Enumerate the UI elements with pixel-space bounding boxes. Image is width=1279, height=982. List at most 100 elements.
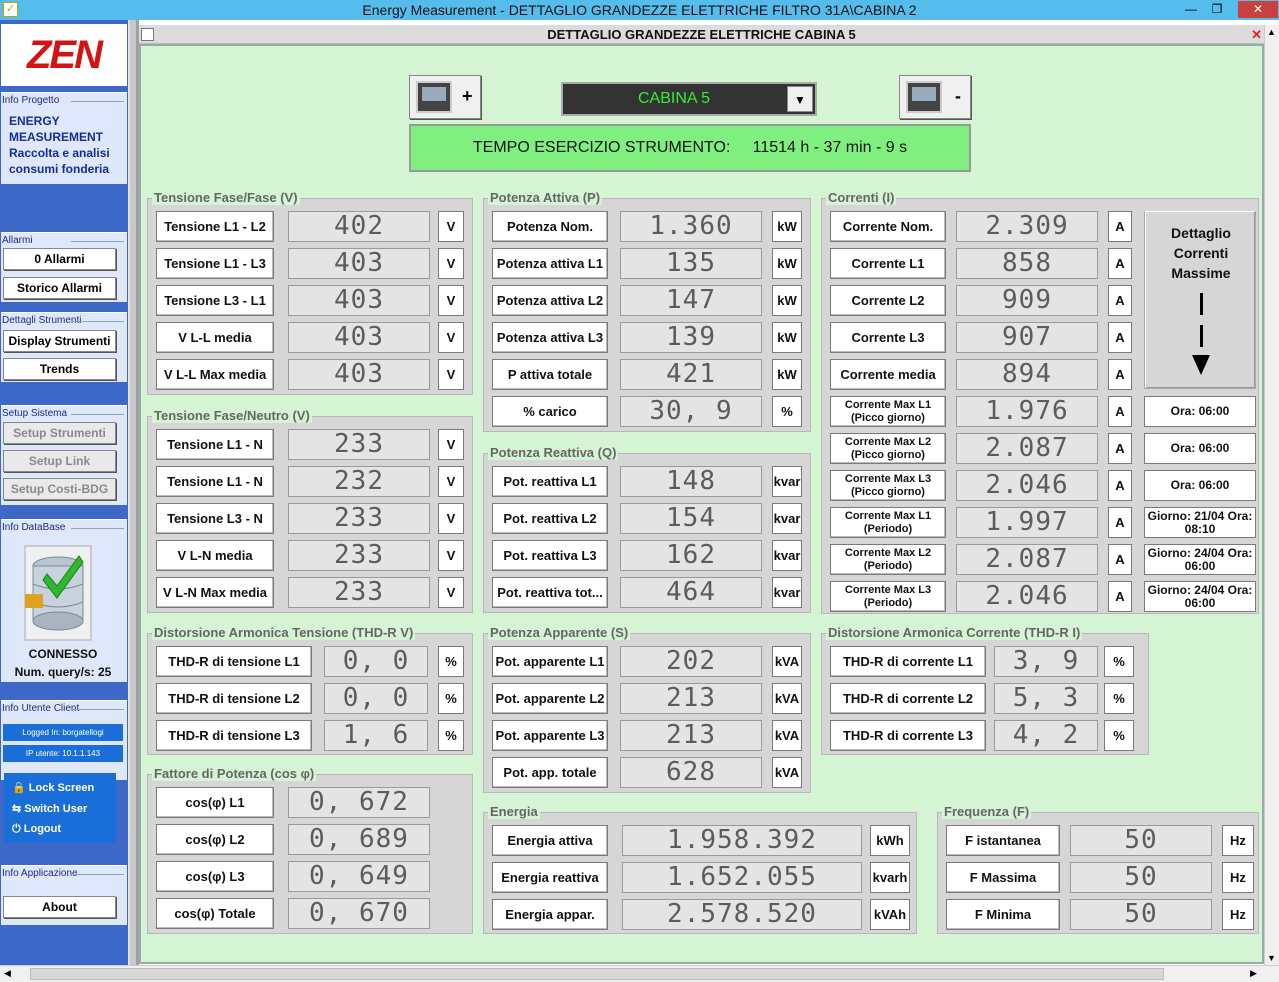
row-value: 148 [620,466,762,497]
row-value: 1.360 [620,211,762,242]
about-button[interactable]: About [3,896,116,918]
cabina-select[interactable]: CABINA 5 ▼ [561,82,817,116]
row-label: Tensione L3 - N [156,503,274,534]
group-title: Tensione Fase/Neutro (V) [152,408,312,423]
tempo-label: TEMPO ESERCIZIO STRUMENTO: [472,139,731,156]
allarmi-button[interactable]: 0 Allarmi [3,248,116,270]
arrow-down-icon [1192,293,1210,377]
row-unit: A [1108,211,1132,242]
row-label: Tensione L1 - N [156,429,274,460]
group-title: Distorsione Armonica Corrente (THD-R I) [826,625,1083,640]
row-label: Potenza attiva L3 [492,322,608,353]
group-fr: Frequenza (F) F istantanea 50 Hz F Massima 50… [937,804,1259,934]
row-label: V L-N media [156,540,274,571]
row-label: Corrente Max L3 (Picco giorno) [830,470,946,501]
row-value: 50 [1070,825,1212,856]
setup-link-button[interactable]: Setup Link [3,450,116,472]
row-value: 0, 672 [288,787,430,818]
row-label: Pot. apparente L2 [492,683,608,714]
trends-button[interactable]: Trends [3,358,116,380]
row-unit: kvar [772,503,802,534]
minimize-button[interactable]: — [1177,1,1205,18]
setup-strumenti-button[interactable]: Setup Strumenti [3,422,116,444]
row-unit: % [772,396,802,427]
close-button[interactable]: ✕ [1238,1,1278,18]
row-value: 233 [288,503,430,534]
tempo-value: 11514 h - 37 min - 9 s [752,139,908,156]
row-value: 2.087 [956,433,1098,464]
user-actions-panel: 🔒 Lock Screen ⇆ Switch User ⏻ Logout [4,773,116,843]
scroll-right-icon[interactable]: ▶ [1250,968,1257,979]
switch-user-link[interactable]: ⇆ Switch User [12,802,87,815]
row-unit: V [438,503,464,534]
row-unit: V [438,322,464,353]
row-label: Corrente media [830,359,946,390]
row-value: 907 [956,322,1098,353]
row-value: 202 [620,646,762,677]
correnti-massime-detail[interactable]: Dettaglio Correnti Massime [1144,211,1256,389]
row-unit: Hz [1222,862,1254,893]
row-unit: kW [772,359,802,390]
chevron-down-icon[interactable]: ▼ [787,86,813,112]
project-line: ENERGY [9,114,60,128]
section-dettagli-strumenti: Dettagli Strumenti Display Strumenti Tre… [1,312,127,382]
row-unit: kvarh [870,862,910,893]
row-label: THD-R di corrente L1 [830,646,986,677]
minus-icon: - [955,86,961,106]
panel-close-icon[interactable]: ✕ [1251,25,1262,44]
project-line: Raccolta e analisi [9,146,110,160]
group-title: Correnti (I) [826,190,897,205]
section-info-applicazione: Info Applicazione About [1,865,127,925]
row-max-time: Giorno: 24/04 Ora: 06:00 [1144,544,1256,575]
lock-screen-link[interactable]: 🔒 Lock Screen [12,781,94,794]
row-unit: kVAh [870,899,910,930]
panel-checkbox[interactable] [141,28,154,41]
group-title: Distorsione Armonica Tensione (THD-R V) [152,625,416,640]
vertical-scrollbar[interactable]: ▲ ▼ [1264,25,1279,965]
row-value: 233 [288,429,430,460]
scroll-left-icon[interactable]: ◀ [4,968,11,979]
maximize-button[interactable]: ❐ [1203,1,1231,18]
logout-link[interactable]: ⏻ Logout [12,823,61,836]
row-value: 2.578.520 [622,899,862,930]
row-value: 1, 6 [324,720,428,751]
setup-costi-button[interactable]: Setup Costi-BDG [3,478,116,500]
main-content: + CABINA 5 ▼ - TEMPO ESERCIZIO STRUMENTO… [139,44,1264,964]
row-unit: kW [772,322,802,353]
device-icon [416,81,452,113]
row-label: Tensione L1 - L3 [156,248,274,279]
next-device-button[interactable]: + [409,75,481,119]
row-label: Tensione L1 - L2 [156,211,274,242]
lock-label: Lock Screen [28,782,95,794]
row-label: cos(φ) L3 [156,861,274,892]
group-title: Energia [488,804,540,819]
zen-logo: ZEN [1,24,127,86]
row-value: 135 [620,248,762,279]
display-strumenti-button[interactable]: Display Strumenti [3,330,116,352]
row-label: Pot. reattiva L1 [492,466,608,497]
row-label: Corrente Max L1 (Picco giorno) [830,396,946,427]
ip-badge: IP utente: 10.1.1.143 [3,745,123,762]
section-title: Info Utente Client [1,701,127,716]
row-unit: Hz [1222,825,1254,856]
storico-allarmi-button[interactable]: Storico Allarmi [3,277,116,299]
group-cos: Fattore di Potenza (cos φ) cos(φ) L1 0, 67… [147,766,473,934]
row-unit: kVA [772,720,802,751]
row-label: THD-R di tensione L3 [156,720,312,751]
row-value: 4, 2 [994,720,1098,751]
group-title: Tensione Fase/Fase (V) [152,190,300,205]
horizontal-scrollbar[interactable]: ◀ ▶ [0,965,1279,982]
row-label: THD-R di corrente L3 [830,720,986,751]
sidebar-splitter[interactable] [128,20,139,965]
row-unit: V [438,285,464,316]
prev-device-button[interactable]: - [899,75,971,119]
row-unit: A [1108,396,1132,427]
horizontal-scroll-thumb[interactable] [30,968,1164,980]
scroll-up-icon[interactable]: ▲ [1267,27,1276,37]
row-unit: kW [772,285,802,316]
row-value: 2.087 [956,544,1098,575]
row-unit: kWh [870,825,910,856]
row-unit: kvar [772,577,802,608]
row-value: 50 [1070,862,1212,893]
scroll-down-icon[interactable]: ▼ [1267,953,1276,963]
